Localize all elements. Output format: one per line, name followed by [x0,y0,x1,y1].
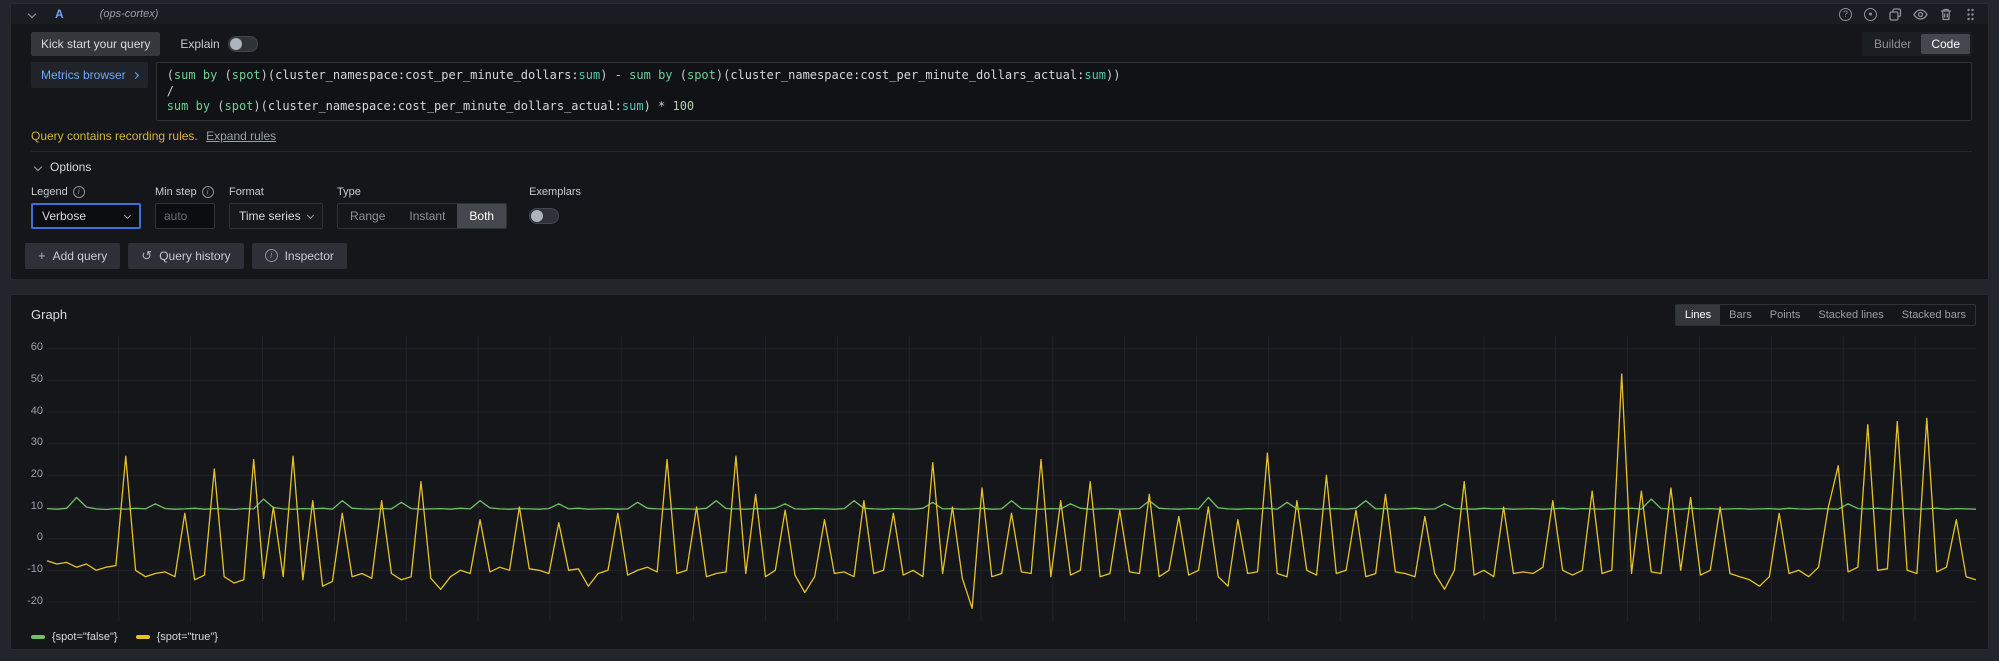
query-history-button[interactable]: ↺ Query history [128,243,243,269]
query-toolbar-row: Kick start your query Explain Builder Co… [31,31,1972,57]
duplicate-query-icon[interactable] [1888,7,1903,22]
y-tick-label: 20 [31,468,43,480]
expand-rules-link[interactable]: Expand rules [206,129,276,143]
remove-query-trash-icon[interactable] [1938,7,1953,22]
metrics-browser-button[interactable]: Metrics browser [31,62,148,88]
legend-select-value: Verbose [42,209,86,223]
mode-builder-option[interactable]: Builder [1864,34,1921,54]
warning-text: Query contains recording rules. [31,129,198,143]
legend-swatch [136,635,150,639]
y-axis: 60 50 40 30 20 10 0 -10 -20 [19,336,47,621]
info-circle-icon: i [265,249,278,262]
chevron-down-icon [34,162,42,170]
y-tick-label: 50 [31,373,43,385]
chevron-right-icon [132,71,139,78]
format-select[interactable]: Time series [229,203,323,229]
query-editor-row: Metrics browser (sum by (spot)(cluster_n… [31,62,1972,121]
chevron-down-icon [307,212,314,219]
legend-item-spot-false[interactable]: {spot="false"} [31,631,118,643]
info-icon: i [202,186,214,198]
code-line[interactable]: sum by (spot)(cluster_namespace:cost_per… [167,99,1961,115]
y-tick-label: 60 [31,341,43,353]
legend-select[interactable]: Verbose [31,203,141,229]
help-icon[interactable]: ? [1838,7,1853,22]
explain-control: Explain [180,36,257,52]
query-row-actions: ? ● [1838,7,1978,22]
options-label: Options [50,160,91,174]
format-label: Format [229,186,264,198]
graph-header: Graph Lines Bars Points Stacked lines St… [11,295,1988,330]
editor-mode-group: Builder Code [1862,32,1972,56]
chart-legend: {spot="false"} {spot="true"} [11,621,1988,649]
options-fields: Legend i Verbose Min step i [31,186,1972,229]
query-ref-id: A [55,7,64,21]
exemplars-field: Exemplars [529,186,581,229]
inspector-button[interactable]: i Inspector [252,243,347,269]
y-tick-label: -20 [27,595,43,607]
graph-title: Graph [31,307,67,322]
graph-panel: Graph Lines Bars Points Stacked lines St… [10,294,1989,650]
code-line[interactable]: (sum by (spot)(cluster_namespace:cost_pe… [167,68,1961,84]
hide-response-eye-icon[interactable] [1913,7,1928,22]
chart-svg[interactable] [47,336,1976,621]
y-tick-label: 10 [31,500,43,512]
y-tick-label: 40 [31,405,43,417]
vis-bars-option[interactable]: Bars [1720,305,1761,325]
kick-start-query-button[interactable]: Kick start your query [31,32,160,56]
toggle-knob [230,38,242,50]
collapse-chevron-icon[interactable] [28,10,36,18]
vis-stacked-lines-option[interactable]: Stacked lines [1809,305,1892,325]
toggle-knob [531,210,543,222]
min-step-label: Min step [155,186,197,198]
query-actions-row: + Add query ↺ Query history i Inspector [25,241,1972,279]
type-field: Type Range Instant Both [337,186,507,229]
visualisation-toolbar: Lines Bars Points Stacked lines Stacked … [1675,304,1976,326]
y-tick-label: -10 [27,563,43,575]
datasource-name: (ops-cortex) [100,8,159,20]
min-step-field: Min step i [155,186,215,229]
query-editor-panel: A (ops-cortex) ? ● [10,3,1989,280]
vis-stacked-bars-option[interactable]: Stacked bars [1893,305,1975,325]
type-range-option[interactable]: Range [338,204,397,228]
vis-points-option[interactable]: Points [1761,305,1810,325]
y-tick-label: 30 [31,436,43,448]
type-radio-group: Range Instant Both [337,203,507,229]
type-both-option[interactable]: Both [457,204,506,228]
chart-area: 60 50 40 30 20 10 0 -10 -20 [11,330,1988,621]
add-query-button[interactable]: + Add query [25,243,120,269]
metrics-browser-label: Metrics browser [41,68,126,82]
code-line[interactable]: / [167,84,1961,100]
vis-lines-option[interactable]: Lines [1676,305,1720,325]
chevron-down-icon [124,212,131,219]
history-icon: ↺ [141,250,152,262]
info-icon: i [73,186,85,198]
min-step-input[interactable] [155,203,215,229]
record-query-icon[interactable]: ● [1863,7,1878,22]
type-instant-option[interactable]: Instant [397,204,457,228]
format-select-value: Time series [239,209,301,223]
legend-label: Legend [31,186,68,198]
exemplars-label: Exemplars [529,186,581,198]
explain-toggle[interactable] [228,36,258,52]
recording-rules-warning: Query contains recording rules. Expand r… [31,129,1972,143]
promql-code-editor[interactable]: (sum by (spot)(cluster_namespace:cost_pe… [156,62,1972,121]
type-label: Type [337,186,361,198]
legend-item-spot-true[interactable]: {spot="true"} [136,631,218,643]
legend-field: Legend i Verbose [31,186,141,229]
drag-handle-icon[interactable] [1963,7,1978,22]
format-field: Format Time series [229,186,323,229]
options-section: Options Legend i Verbose [31,151,1972,229]
query-row-header: A (ops-cortex) ? ● [11,4,1988,24]
mode-code-option[interactable]: Code [1921,34,1970,54]
exemplars-toggle[interactable] [529,208,559,224]
explore-page: A (ops-cortex) ? ● [0,0,1999,661]
explain-label: Explain [180,37,219,51]
legend-swatch [31,635,45,639]
plus-icon: + [38,250,46,262]
options-collapse-header[interactable]: Options [31,160,1972,174]
y-tick-label: 0 [37,531,43,543]
query-row-body: Kick start your query Explain Builder Co… [11,24,1988,279]
